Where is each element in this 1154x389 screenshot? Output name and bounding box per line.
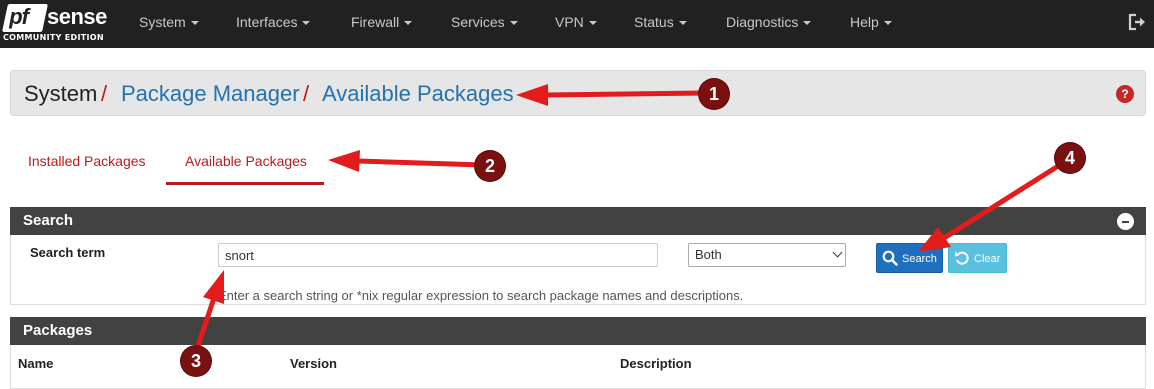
- annotation-arrow-2: [328, 150, 484, 172]
- logo-edition-text: COMMUNITY EDITION: [3, 33, 104, 42]
- active-tab-indicator: [166, 182, 324, 185]
- search-button[interactable]: Search: [876, 243, 943, 273]
- search-type-value: Both: [695, 247, 722, 262]
- nav-services-label: Services: [451, 14, 505, 30]
- nav-status-label: Status: [634, 14, 674, 30]
- search-button-label: Search: [902, 253, 937, 265]
- nav-status[interactable]: Status: [634, 0, 687, 48]
- annotation-badge-1: 1: [699, 79, 729, 109]
- breadcrumb-root: System: [24, 81, 98, 106]
- breadcrumb-package-manager[interactable]: Package Manager: [121, 81, 300, 107]
- tab-installed-packages[interactable]: Installed Packages: [28, 153, 146, 169]
- nav-vpn-label: VPN: [555, 14, 584, 30]
- nav-help[interactable]: Help: [850, 0, 892, 48]
- breadcrumb-separator: /: [101, 81, 108, 106]
- sign-out-icon[interactable]: [1128, 13, 1148, 31]
- chevron-down-icon: [832, 247, 843, 258]
- annotation-badge-2: 2: [475, 151, 505, 181]
- breadcrumb-separator: /: [303, 81, 310, 106]
- annotation-badge-3: 3: [181, 346, 211, 376]
- nav-system-label: System: [139, 14, 186, 30]
- caret-down-icon: [404, 21, 413, 26]
- breadcrumb: System / Package Manager / Available Pac…: [10, 70, 1146, 116]
- search-term-input[interactable]: [218, 243, 658, 267]
- logo-pf-text: pf: [9, 4, 28, 29]
- nav-diagnostics[interactable]: Diagnostics: [726, 0, 812, 48]
- nav-vpn[interactable]: VPN: [555, 0, 597, 48]
- column-header-description[interactable]: Description: [620, 356, 692, 371]
- tab-available-packages[interactable]: Available Packages: [185, 153, 307, 169]
- caret-down-icon: [190, 21, 199, 26]
- search-panel-header: Search: [10, 207, 1146, 235]
- nav-help-label: Help: [850, 14, 879, 30]
- search-panel-title: Search: [23, 212, 74, 229]
- search-hint-text: Enter a search string or *nix regular ex…: [218, 288, 744, 303]
- caret-down-icon: [302, 21, 311, 26]
- pfsense-logo[interactable]: pf sense COMMUNITY EDITION: [2, 3, 109, 45]
- nav-services[interactable]: Services: [451, 0, 518, 48]
- search-icon: [882, 250, 898, 266]
- nav-diagnostics-label: Diagnostics: [726, 14, 799, 30]
- caret-down-icon: [883, 21, 892, 26]
- clear-button[interactable]: Clear: [948, 243, 1007, 273]
- collapse-icon[interactable]: [1117, 213, 1134, 230]
- annotation-badge-4: 4: [1055, 143, 1085, 173]
- caret-down-icon: [803, 21, 812, 26]
- question-icon[interactable]: ?: [1116, 85, 1134, 103]
- search-type-select[interactable]: Both: [688, 243, 846, 267]
- nav-firewall-label: Firewall: [351, 14, 400, 30]
- logo-sense-text: sense: [47, 4, 107, 29]
- packages-panel-body: [10, 345, 1146, 389]
- nav-interfaces-label: Interfaces: [236, 14, 298, 30]
- caret-down-icon: [509, 21, 518, 26]
- top-navbar: pf sense COMMUNITY EDITION System Interf…: [0, 0, 1154, 48]
- nav-firewall[interactable]: Firewall: [351, 0, 413, 48]
- column-header-version[interactable]: Version: [290, 356, 337, 371]
- breadcrumb-available-packages[interactable]: Available Packages: [322, 81, 514, 107]
- column-header-name[interactable]: Name: [18, 356, 53, 371]
- caret-down-icon: [678, 21, 687, 26]
- clear-button-label: Clear: [974, 253, 1001, 265]
- packages-panel-header: Packages: [10, 317, 1146, 345]
- nav-interfaces[interactable]: Interfaces: [236, 0, 311, 48]
- caret-down-icon: [588, 21, 597, 26]
- logo-pf-mark: pf: [2, 4, 48, 32]
- undo-icon: [955, 251, 969, 265]
- nav-system[interactable]: System: [139, 0, 199, 48]
- packages-panel-title: Packages: [23, 322, 93, 339]
- search-term-label: Search term: [30, 245, 106, 260]
